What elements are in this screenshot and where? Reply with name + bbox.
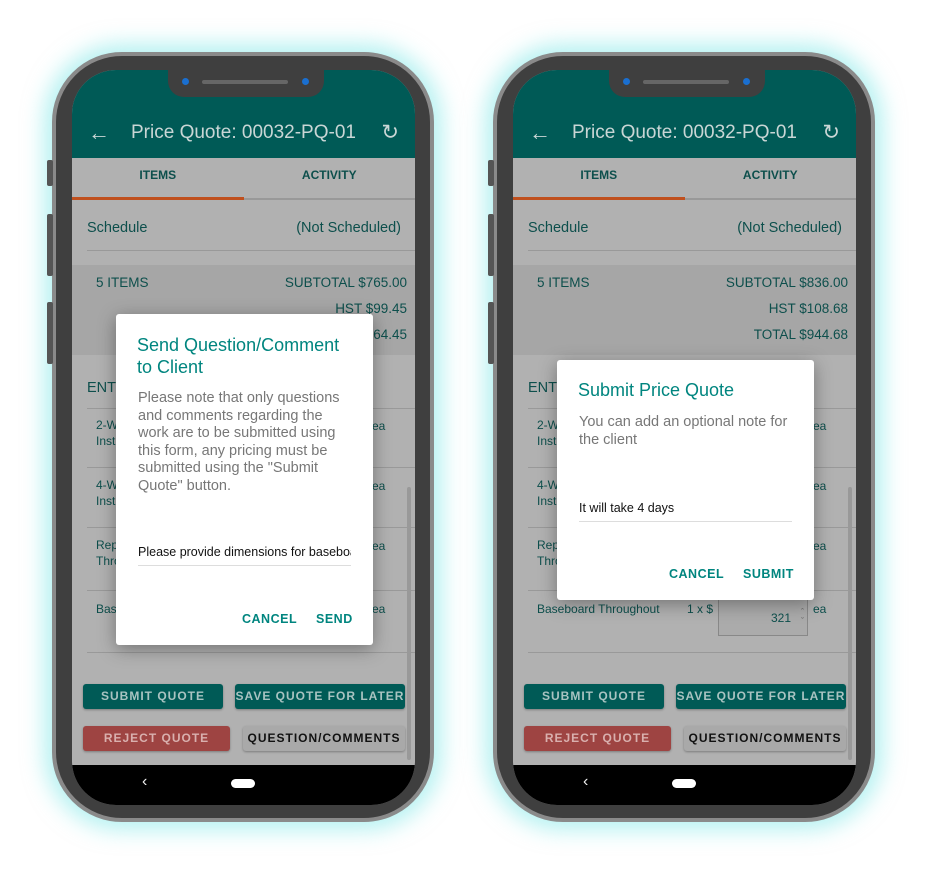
row-label: 2-W <box>96 418 118 432</box>
phone-left: ← Price Quote: 00032-PQ-01 ↻ ITEMS ACTIV… <box>47 52 434 822</box>
row-unit: ea <box>372 479 386 493</box>
price-input[interactable]: 321 ˆ ˇ <box>718 598 808 636</box>
schedule-label: Schedule <box>87 220 148 236</box>
tab-items[interactable]: ITEMS <box>72 158 244 200</box>
dialog-title: Send Question/Comment to Client <box>137 335 340 377</box>
row-unit: ea <box>813 419 827 433</box>
row-unit: ea <box>372 419 386 433</box>
comment-input[interactable] <box>138 538 351 566</box>
price-value: 321 <box>770 611 791 625</box>
summary-band: 5 ITEMS SUBTOTAL $836.00 HST $108.68 TOT… <box>513 265 856 355</box>
side-button <box>47 160 53 186</box>
note-input[interactable] <box>579 494 792 522</box>
total: 64.45 <box>373 327 407 342</box>
notch <box>609 70 765 97</box>
row-unit: ea <box>372 602 386 616</box>
submit-button[interactable]: SUBMIT <box>743 567 794 581</box>
dialog-body: Please note that only questions and comm… <box>138 390 340 494</box>
send-question-dialog: Send Question/Comment to Client Please n… <box>116 314 373 645</box>
row-label: Inst <box>96 434 116 448</box>
side-button <box>488 214 494 276</box>
cancel-button[interactable]: CANCEL <box>242 612 297 626</box>
tab-bar: ITEMS ACTIVITY <box>513 158 856 200</box>
row-label: 4-W <box>96 478 118 492</box>
nav-home-icon[interactable] <box>231 779 255 788</box>
nav-back-icon[interactable]: ‹ <box>583 773 588 791</box>
subtotal: SUBTOTAL $765.00 <box>284 275 407 290</box>
system-nav-bar: ‹ <box>513 765 856 805</box>
row-label: Inst <box>537 494 557 508</box>
schedule-value[interactable]: (Not Scheduled) <box>737 220 842 236</box>
arrow-left-icon[interactable]: ← <box>529 120 551 146</box>
submit-quote-dialog: Submit Price Quote You can add an option… <box>557 360 814 600</box>
scrollbar[interactable] <box>407 487 411 760</box>
screen: ← Price Quote: 00032-PQ-01 ↻ ITEMS ACTIV… <box>72 70 415 805</box>
nav-home-icon[interactable] <box>672 779 696 788</box>
cancel-button[interactable]: CANCEL <box>669 567 724 581</box>
row-qty: 1 x $ <box>687 602 714 616</box>
side-button <box>488 302 494 364</box>
hst: HST $108.68 <box>768 301 848 316</box>
system-nav-bar: ‹ <box>72 765 415 805</box>
row-unit: ea <box>813 602 827 616</box>
row-unit: ea <box>813 539 827 553</box>
schedule-label: Schedule <box>528 220 589 236</box>
row-label: Inst <box>537 434 557 448</box>
page-title: Price Quote: 00032-PQ-01 <box>572 122 797 143</box>
row-label: Bas <box>96 602 117 616</box>
side-button <box>488 160 494 186</box>
nav-back-icon[interactable]: ‹ <box>142 773 147 791</box>
dialog-body: You can add an optional note for the cli… <box>579 414 788 448</box>
row-unit: ea <box>372 539 386 553</box>
page-title: Price Quote: 00032-PQ-01 <box>131 122 356 143</box>
subtotal: SUBTOTAL $836.00 <box>725 275 848 290</box>
submit-quote-button[interactable]: SUBMIT QUOTE <box>83 684 223 709</box>
reject-quote-button[interactable]: REJECT QUOTE <box>524 726 671 751</box>
dialog-title: Submit Price Quote <box>578 380 735 400</box>
refresh-icon[interactable]: ↻ <box>822 120 840 145</box>
submit-quote-button[interactable]: SUBMIT QUOTE <box>524 684 664 709</box>
save-quote-button[interactable]: SAVE QUOTE FOR LATER <box>235 684 405 709</box>
phone-right: ← Price Quote: 00032-PQ-01 ↻ ITEMS ACTIV… <box>488 52 875 822</box>
item-count: 5 ITEMS <box>537 275 590 290</box>
row-label: Inst <box>96 494 116 508</box>
notch <box>168 70 324 97</box>
row-label: Rep <box>96 538 119 552</box>
tab-activity[interactable]: ACTIVITY <box>244 158 416 200</box>
scrollbar[interactable] <box>848 487 852 760</box>
tab-items[interactable]: ITEMS <box>513 158 685 200</box>
reject-quote-button[interactable]: REJECT QUOTE <box>83 726 230 751</box>
stepper-icon[interactable]: ˆˇ <box>801 608 804 626</box>
row-unit: ea <box>813 479 827 493</box>
total: TOTAL $944.68 <box>753 327 848 342</box>
side-button <box>47 302 53 364</box>
side-button <box>47 214 53 276</box>
schedule-value[interactable]: (Not Scheduled) <box>296 220 401 236</box>
screen: ← Price Quote: 00032-PQ-01 ↻ ITEMS ACTIV… <box>513 70 856 805</box>
tab-activity[interactable]: ACTIVITY <box>685 158 857 200</box>
item-count: 5 ITEMS <box>96 275 149 290</box>
arrow-left-icon[interactable]: ← <box>88 120 110 146</box>
row-label: 4-W <box>537 478 559 492</box>
row-label: 2-W <box>537 418 559 432</box>
row-label: Rep <box>537 538 560 552</box>
refresh-icon[interactable]: ↻ <box>381 120 399 145</box>
send-button[interactable]: SEND <box>316 612 353 626</box>
save-quote-button[interactable]: SAVE QUOTE FOR LATER <box>676 684 846 709</box>
question-comments-button[interactable]: QUESTION/COMMENTS <box>243 726 405 751</box>
question-comments-button[interactable]: QUESTION/COMMENTS <box>684 726 846 751</box>
row-label: Baseboard Throughout <box>537 602 660 616</box>
tab-bar: ITEMS ACTIVITY <box>72 158 415 200</box>
